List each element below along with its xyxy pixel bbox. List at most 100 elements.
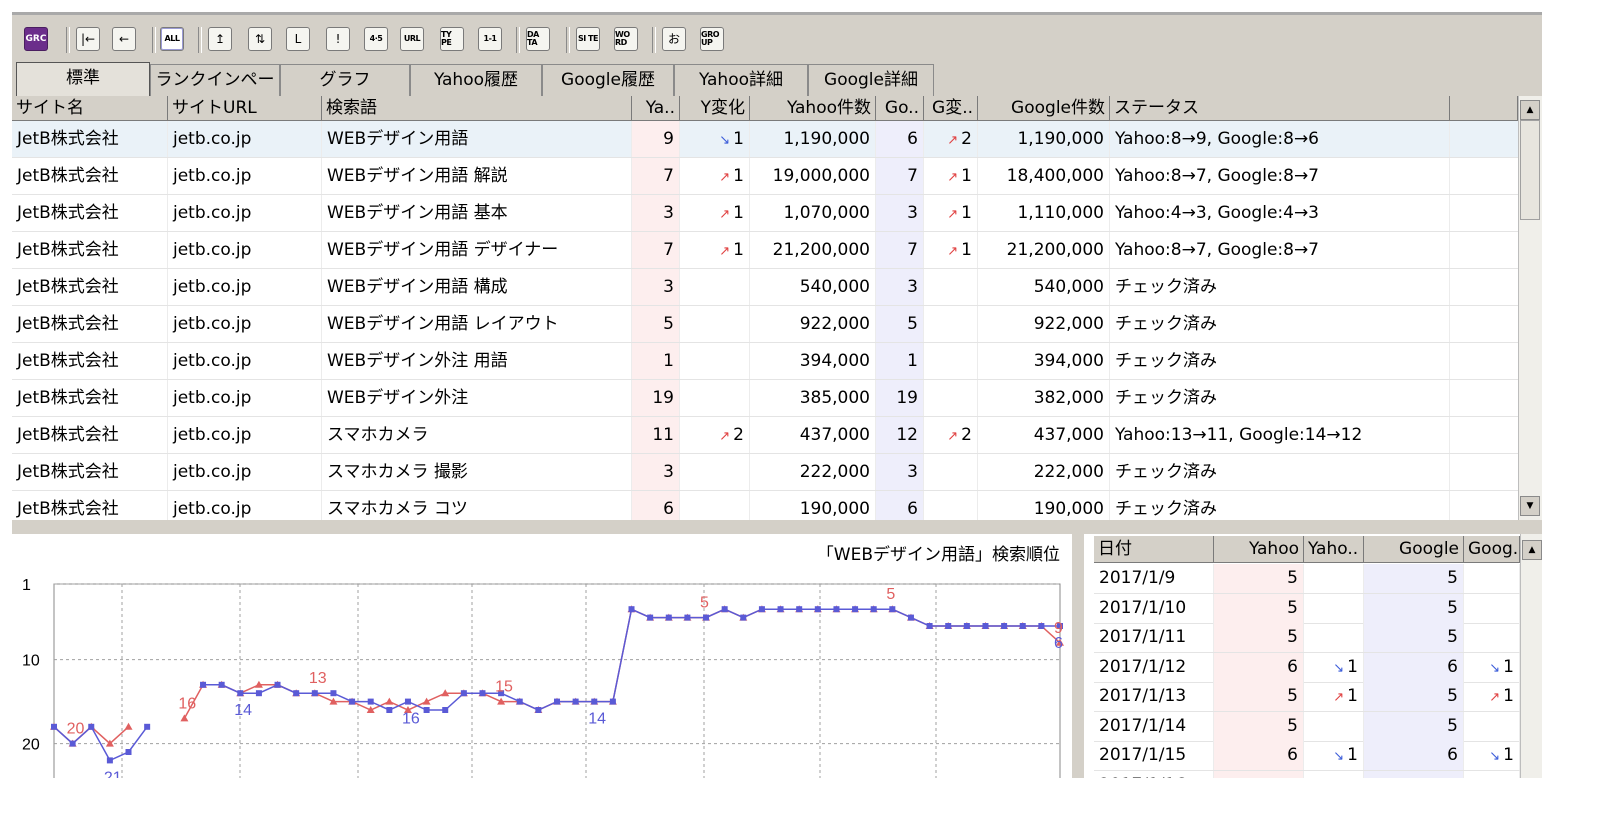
scroll-up-icon[interactable]: ▲ (1522, 540, 1542, 560)
cell-site-name: JetB株式会社 (12, 158, 168, 194)
history-row[interactable]: 2017/1/13 5 ↗ 1 5 ↗ 1 (1094, 682, 1530, 712)
table-row[interactable]: JetB株式会社 jetb.co.jp WEBデザイン用語 基本 3 ↗ 1 1,070,0… (12, 195, 1518, 232)
scroll-up-icon[interactable]: ▲ (1520, 100, 1540, 120)
upload-icon[interactable]: ↥ (208, 27, 232, 51)
cell-yahoo-rank: 5 (1214, 564, 1304, 593)
tab-3[interactable]: Yahoo履歴 (410, 64, 542, 96)
header-yahoo[interactable]: Yahoo (1214, 536, 1304, 563)
google-point (870, 606, 877, 613)
site-button[interactable]: SI TE (576, 27, 600, 51)
history-row[interactable]: 2017/1/9 5 5 (1094, 564, 1530, 594)
data-label: 5 (700, 595, 709, 612)
change-value: 1 (961, 240, 972, 260)
table-row[interactable]: JetB株式会社 jetb.co.jp WEBデザイン用語 デザイナー 7 ↗ 1 21,2… (12, 232, 1518, 269)
up-arrow-icon: ↗ (947, 244, 959, 259)
cell-site-url: jetb.co.jp (168, 380, 322, 416)
alert-icon[interactable]: ! (326, 27, 350, 51)
cell-google-change: ↗ 1 (924, 158, 978, 194)
tab-1[interactable]: ランクインページ (150, 64, 280, 120)
cell-yahoo-rank: 6 (1214, 652, 1304, 682)
header-site-name[interactable]: サイト名 (12, 96, 168, 121)
data-button[interactable]: DA TA (526, 27, 550, 51)
history-row[interactable]: 2017/1/16 (1094, 770, 1530, 778)
history-vertical-scrollbar[interactable]: ▲ (1520, 534, 1542, 778)
word-button[interactable]: WO RD (614, 27, 638, 51)
header-google-change[interactable]: G変.. (924, 96, 978, 121)
table-row[interactable]: JetB株式会社 jetb.co.jp スマホカメラ コツ 6 190,000 6 190,… (12, 491, 1518, 520)
google-point (963, 623, 970, 629)
table-row[interactable]: JetB株式会社 jetb.co.jp WEBデザイン外注 19 385,000 19 38… (12, 380, 1518, 417)
tab-0[interactable]: 標準 (16, 62, 150, 96)
type-button[interactable]: TY PE (440, 27, 464, 51)
cell-date: 2017/1/10 (1094, 593, 1214, 623)
header-google-count[interactable]: Google件数 (978, 96, 1110, 121)
scroll-down-icon[interactable]: ▼ (1520, 496, 1540, 516)
cell-yahoo-rank: 3 (632, 269, 680, 305)
table-row[interactable]: JetB株式会社 jetb.co.jp WEBデザイン用語 レイアウト 5 922,00… (12, 306, 1518, 343)
cell-yahoo-change (680, 491, 750, 520)
tab-2[interactable]: グラフ (280, 64, 410, 96)
cell-status: Yahoo:8→7, Google:8→7 (1110, 232, 1450, 268)
table-row[interactable]: JetB株式会社 jetb.co.jp WEBデザイン用語 9 ↘ 1 1,190,000 6… (12, 121, 1518, 158)
scrollbar-thumb[interactable] (1520, 120, 1540, 220)
google-point (535, 707, 542, 713)
cell-date: 2017/1/13 (1094, 682, 1214, 711)
tab-5[interactable]: Yahoo詳細 (674, 64, 808, 96)
google-point (1038, 623, 1045, 629)
data-label: 9 (1054, 620, 1063, 637)
cell-yahoo-change: ↘ 1 (1304, 741, 1364, 770)
toolbar-separator (152, 27, 156, 53)
grc-logo-button[interactable]: GRC (24, 27, 48, 51)
history-row[interactable]: 2017/1/11 5 5 (1094, 623, 1530, 653)
cell-google-count: 222,000 (978, 454, 1110, 490)
history-row[interactable]: 2017/1/10 5 5 (1094, 593, 1530, 624)
table-row[interactable]: JetB株式会社 jetb.co.jp スマホカメラ 撮影 3 222,000 3 222,… (12, 454, 1518, 491)
header-google[interactable]: Google (1364, 536, 1464, 563)
hiragana-button[interactable]: お (662, 27, 686, 51)
back-icon[interactable]: ← (112, 27, 136, 51)
header-yahoo-rank[interactable]: Ya.. (632, 96, 680, 121)
cell-yahoo-change (1304, 593, 1364, 623)
header-keyword[interactable]: 検索語 (322, 96, 632, 121)
one-one-button[interactable]: 1-1 (478, 27, 502, 51)
cell-yahoo-rank: 19 (632, 380, 680, 416)
data-label: 15 (495, 679, 513, 696)
header-yahoo-change[interactable]: Yaho.. (1304, 536, 1364, 563)
change-value: 2 (961, 129, 972, 149)
first-icon[interactable]: |← (76, 27, 100, 51)
table-row[interactable]: JetB株式会社 jetb.co.jp WEBデザイン用語 構成 3 540,000 3 5… (12, 269, 1518, 306)
header-yahoo-count[interactable]: Yahoo件数 (750, 96, 876, 121)
header-yahoo-change[interactable]: Y変化 (680, 96, 750, 121)
all-button[interactable]: ALL (160, 27, 184, 51)
cell-status: チェック済み (1110, 343, 1450, 379)
table-row[interactable]: JetB株式会社 jetb.co.jp WEBデザイン外注 用語 1 394,000 1 3… (12, 343, 1518, 380)
table-row[interactable]: JetB株式会社 jetb.co.jp WEBデザイン用語 解説 7 ↗ 1 19,000,… (12, 158, 1518, 195)
toolbar-separator (566, 27, 570, 53)
history-row[interactable]: 2017/1/12 6 ↘ 1 6 ↘ 1 (1094, 652, 1530, 683)
history-table: 日付 Yahoo Yaho.. Google Goog.. 2017/1/9 5 5 2017/… (1084, 534, 1542, 778)
tab-4[interactable]: Google履歴 (542, 64, 674, 96)
google-point (982, 623, 989, 629)
cell-yahoo-change (680, 269, 750, 305)
header-google-rank[interactable]: Go.. (876, 96, 924, 121)
header-date[interactable]: 日付 (1094, 536, 1214, 563)
sort-icon[interactable]: ⇅ (248, 27, 272, 51)
grid-vertical-scrollbar[interactable]: ▲ ▼ (1518, 96, 1542, 520)
url-button[interactable]: URL (400, 27, 424, 51)
up-arrow-icon: ↗ (947, 133, 959, 148)
header-status[interactable]: ステータス (1110, 96, 1450, 121)
cell-keyword: WEBデザイン外注 (322, 380, 632, 416)
history-row[interactable]: 2017/1/15 6 ↘ 1 6 ↘ 1 (1094, 741, 1530, 771)
header-google-change[interactable]: Goog.. (1464, 536, 1520, 563)
l-button[interactable]: L (286, 27, 310, 51)
header-site-url[interactable]: サイトURL (168, 96, 322, 121)
tab-6[interactable]: Google詳細 (808, 64, 934, 96)
table-row[interactable]: JetB株式会社 jetb.co.jp スマホカメラ 11 ↗ 2 437,000 12 ↗ 2 4… (12, 417, 1518, 454)
45-button[interactable]: 4·5 (364, 27, 388, 51)
group-button[interactable]: GRO UP (700, 27, 724, 51)
change-value: 1 (961, 166, 972, 186)
cell-yahoo-change (680, 306, 750, 342)
cell-yahoo-change (680, 343, 750, 379)
history-row[interactable]: 2017/1/14 5 5 (1094, 711, 1530, 742)
data-label: 6 (1054, 635, 1063, 652)
